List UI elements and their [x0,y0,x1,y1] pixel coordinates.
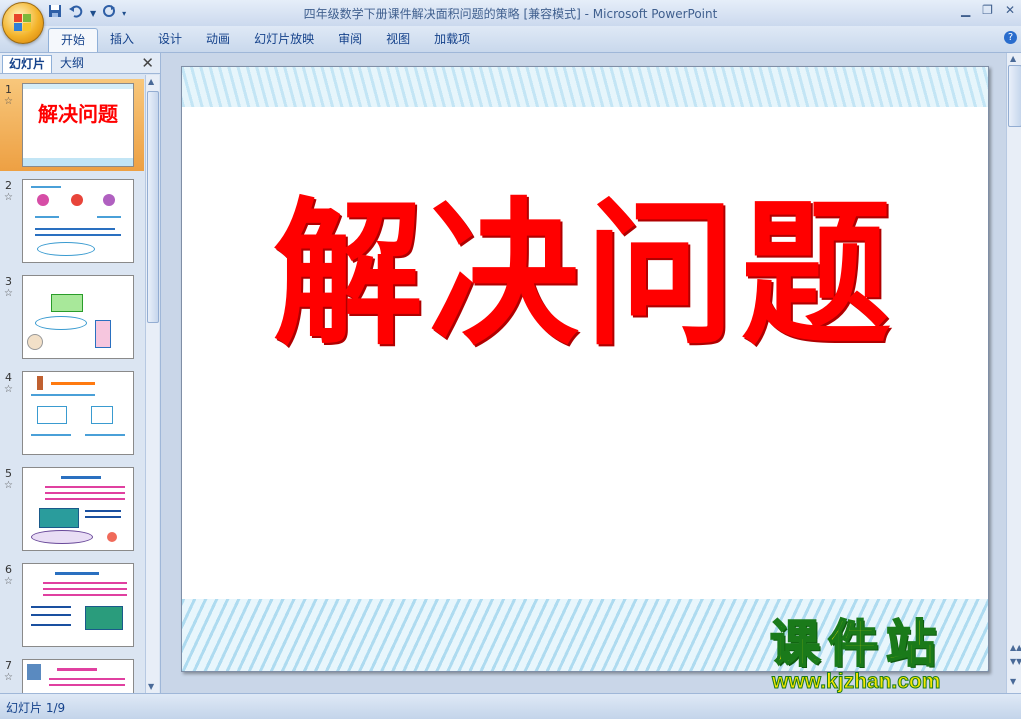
previous-slide-icon[interactable]: ▲▲ [1010,643,1021,652]
slide-counter: 幻灯片 1/9 [6,701,66,715]
tab-outline[interactable]: 大纲 [54,55,90,72]
ribbon-tabs: 开始 插入 设计 动画 幻灯片放映 审阅 视图 加载项 ? [0,26,1021,53]
pane-close-icon[interactable]: ✕ [141,54,154,72]
watermark-name: 课件站 [769,615,944,673]
office-logo-icon [14,14,32,32]
help-icon[interactable]: ? [1004,31,1017,44]
restore-icon[interactable]: ❐ [982,3,993,17]
pane-tabs: 幻灯片 大纲 ✕ [0,53,160,74]
scroll-up-icon[interactable]: ▲ [148,77,154,86]
current-slide[interactable]: 解决问题 [181,66,989,672]
slide-preview [22,659,134,693]
scroll-up-icon[interactable]: ▲ [1010,54,1016,63]
window-title: 四年级数学下册课件解决面积问题的策略 [兼容模式] - Microsoft Po… [303,7,718,21]
slide-number: 5 [5,467,12,480]
minimize-icon[interactable]: ▁ [961,3,970,17]
next-slide-icon[interactable]: ▼▼ [1010,657,1021,666]
star-icon: ☆ [4,672,13,683]
slide-number: 4 [5,371,12,384]
slide-title[interactable]: 解决问题 [182,148,988,376]
scroll-thumb[interactable] [147,91,159,323]
tab-home[interactable]: 开始 [48,28,99,52]
slide-number: 6 [5,563,12,576]
slide-thumbnail-1[interactable]: 1 ☆ 解决问题 [0,79,144,171]
slide-preview [22,467,134,551]
star-icon: ☆ [4,192,13,203]
tab-animations[interactable]: 动画 [194,28,242,51]
slide-number: 1 [5,83,12,96]
star-icon: ☆ [4,288,13,299]
slide-number: 7 [5,659,12,672]
slide-thumbnail-4[interactable]: 4 ☆ [0,367,144,459]
tab-review[interactable]: 审阅 [326,28,374,51]
scroll-down-icon[interactable]: ▼ [1010,677,1016,686]
slide-thumbnail-6[interactable]: 6 ☆ [0,559,144,651]
editor-scrollbar[interactable]: ▲ ▲▲ ▼▼ ▼ [1006,53,1021,693]
scroll-down-icon[interactable]: ▼ [148,682,154,691]
scroll-thumb[interactable] [1008,65,1021,127]
watermark-url: www.kjzhan.com [772,670,941,693]
slide-preview [22,179,134,263]
slide-thumbnail-5[interactable]: 5 ☆ [0,463,144,555]
thumbnail-scrollbar[interactable]: ▲ ▼ [145,75,159,693]
tab-add-ins[interactable]: 加载项 [422,28,482,51]
office-button[interactable] [2,2,44,44]
slides-pane: 幻灯片 大纲 ✕ 1 ☆ 解决问题 2 ☆ 3 ☆ 4 ☆ 5 ☆ 6 ☆ 7 … [0,53,161,693]
tab-insert[interactable]: 插入 [98,28,146,51]
slide-preview [22,563,134,647]
slide-thumbnail-3[interactable]: 3 ☆ [0,271,144,363]
tab-slide-show[interactable]: 幻灯片放映 [242,28,326,51]
tab-view[interactable]: 视图 [374,28,422,51]
window-controls: ▁ ❐ ✕ [961,3,1015,17]
slide-thumbnails: 1 ☆ 解决问题 2 ☆ 3 ☆ 4 ☆ 5 ☆ 6 ☆ 7 ☆ [0,75,144,693]
title-bar: ▼ ▾ 四年级数学下册课件解决面积问题的策略 [兼容模式] - Microsof… [0,0,1021,27]
star-icon: ☆ [4,96,13,107]
tab-design[interactable]: 设计 [146,28,194,51]
slide-number: 2 [5,179,12,192]
slide-preview-title: 解决问题 [38,102,118,126]
slide-background-top [182,67,988,107]
slide-number: 3 [5,275,12,288]
slide-editor: 解决问题 [161,53,1006,693]
star-icon: ☆ [4,384,13,395]
slide-preview: 解决问题 [22,83,134,167]
status-bar: 幻灯片 1/9 [0,693,1021,719]
star-icon: ☆ [4,480,13,491]
slide-preview [22,275,134,359]
kjzhan-watermark: 课件站 www.kjzhan.com [769,615,1002,693]
star-icon: ☆ [4,576,13,587]
slide-preview [22,371,134,455]
slide-thumbnail-7[interactable]: 7 ☆ [0,655,144,693]
slide-thumbnail-2[interactable]: 2 ☆ [0,175,144,267]
tab-slides[interactable]: 幻灯片 [2,55,53,73]
close-icon[interactable]: ✕ [1005,3,1015,17]
